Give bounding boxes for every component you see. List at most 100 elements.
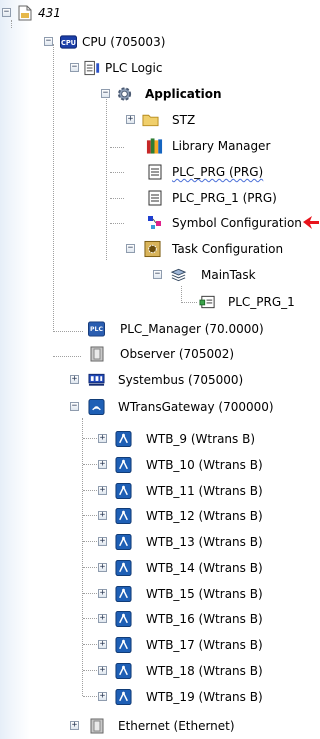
- tree-item-application[interactable]: − Application: [0, 85, 319, 103]
- collapse-toggle[interactable]: −: [44, 37, 53, 46]
- tree-item-label: Symbol Configuration: [172, 216, 302, 230]
- wireless-device-icon: [115, 430, 132, 447]
- tree-line: [83, 464, 97, 465]
- tree-item-label: 431: [38, 6, 61, 20]
- cpu-icon: CPU: [60, 33, 77, 50]
- expand-toggle[interactable]: +: [98, 589, 107, 598]
- tree-item-label: PLC_Manager (70.0000): [120, 322, 264, 336]
- collapse-toggle[interactable]: −: [70, 402, 79, 411]
- collapse-toggle[interactable]: −: [126, 244, 135, 253]
- tree-item-task-configuration[interactable]: − Task Configuration: [0, 240, 319, 258]
- library-books-icon: [146, 137, 163, 154]
- task-configuration-icon: [144, 240, 161, 257]
- tree-item-wtb[interactable]: + WTB_17 (Wtrans B): [0, 636, 319, 654]
- expand-toggle[interactable]: +: [98, 486, 107, 495]
- project-file-icon: [16, 4, 33, 21]
- collapse-toggle[interactable]: −: [101, 89, 110, 98]
- tree-item-label: WTB_17 (Wtrans B): [146, 638, 263, 652]
- tree-line: [83, 567, 97, 568]
- expand-toggle[interactable]: +: [98, 511, 107, 520]
- tree-item-library-manager[interactable]: Library Manager: [0, 137, 319, 155]
- program-file-icon: [146, 189, 163, 206]
- tree-item-main-task[interactable]: − MainTask: [0, 266, 319, 284]
- wireless-device-icon: [115, 456, 132, 473]
- tree-item-label: WTB_11 (Wtrans B): [146, 484, 263, 498]
- tree-item-label: PLC_PRG (PRG): [172, 165, 264, 179]
- device-module-icon: [88, 717, 105, 734]
- gateway-icon: [88, 398, 105, 415]
- expand-toggle[interactable]: +: [126, 115, 135, 124]
- device-module-icon: [88, 345, 105, 362]
- expand-toggle[interactable]: +: [98, 614, 107, 623]
- tree-item-label: WTransGateway (700000): [118, 400, 274, 414]
- tree-item-label: WTB_10 (Wtrans B): [146, 458, 263, 472]
- device-tree: − 431 − CPU CPU (705003) − PLC Logic − A…: [0, 0, 319, 739]
- svg-text:CPU: CPU: [61, 38, 76, 46]
- expand-toggle[interactable]: +: [98, 640, 107, 649]
- tree-item-label: Application: [145, 87, 222, 101]
- collapse-toggle[interactable]: −: [2, 8, 11, 17]
- tree-item-wtb[interactable]: + WTB_16 (Wtrans B): [0, 610, 319, 628]
- tree-item-wtb[interactable]: + WTB_13 (Wtrans B): [0, 533, 319, 551]
- tree-item-plc-prg-1[interactable]: PLC_PRG_1 (PRG): [0, 189, 319, 207]
- tree-item-wtb[interactable]: + WTB_11 (Wtrans B): [0, 482, 319, 500]
- wireless-device-icon: [115, 688, 132, 705]
- expand-toggle[interactable]: +: [98, 537, 107, 546]
- tree-item-wtransgateway[interactable]: − WTransGateway (700000): [0, 398, 319, 416]
- collapse-toggle[interactable]: −: [70, 63, 79, 72]
- tree-item-plc-logic[interactable]: − PLC Logic: [0, 59, 319, 77]
- tree-item-plc-prg[interactable]: PLC_PRG (PRG): [0, 163, 319, 181]
- tree-item-wtb[interactable]: + WTB_14 (Wtrans B): [0, 559, 319, 577]
- expand-toggle[interactable]: +: [98, 666, 107, 675]
- tree-item-label: WTB_15 (Wtrans B): [146, 587, 263, 601]
- tree-item-plc-manager[interactable]: PLC PLC_Manager (70.0000): [0, 320, 319, 338]
- wireless-device-icon: [115, 610, 132, 627]
- program-file-icon: [146, 163, 163, 180]
- tree-line: [83, 696, 97, 697]
- expand-toggle[interactable]: +: [98, 692, 107, 701]
- symbol-configuration-icon: [146, 214, 163, 231]
- tree-item-label: PLC_PRG_1 (PRG): [172, 191, 277, 205]
- tree-item-cpu[interactable]: − CPU CPU (705003): [0, 33, 319, 51]
- tree-item-wtb[interactable]: + WTB_9 (Wtrans B): [0, 430, 319, 448]
- program-call-icon: [199, 293, 216, 310]
- bus-icon: [88, 371, 105, 388]
- tree-item-ethernet[interactable]: + Ethernet (Ethernet): [0, 717, 319, 735]
- tree-item-program-call[interactable]: PLC_PRG_1: [0, 293, 319, 311]
- tree-item-systembus[interactable]: + Systembus (705000): [0, 371, 319, 389]
- tree-line: [83, 644, 97, 645]
- tree-item-label: WTB_14 (Wtrans B): [146, 561, 263, 575]
- tree-item-label: STZ: [172, 113, 196, 127]
- expand-toggle[interactable]: +: [98, 434, 107, 443]
- tree-line: [83, 515, 97, 516]
- tree-item-observer[interactable]: Observer (705002): [0, 345, 319, 363]
- tree-line: [83, 541, 97, 542]
- tree-item-label: CPU (705003): [82, 35, 166, 49]
- collapse-toggle[interactable]: −: [153, 270, 162, 279]
- tree-item-symbol-configuration[interactable]: Symbol Configuration: [0, 214, 319, 232]
- tree-item-wtb[interactable]: + WTB_19 (Wtrans B): [0, 688, 319, 706]
- plc-logic-icon: [84, 59, 101, 76]
- tree-line: [83, 618, 97, 619]
- wireless-device-icon: [115, 507, 132, 524]
- tree-item-label: MainTask: [201, 268, 256, 282]
- expand-toggle[interactable]: +: [98, 460, 107, 469]
- tree-item-root[interactable]: − 431: [0, 4, 319, 22]
- tree-item-label: PLC Logic: [105, 61, 163, 75]
- expand-toggle[interactable]: +: [70, 721, 79, 730]
- tree-item-wtb[interactable]: + WTB_15 (Wtrans B): [0, 585, 319, 603]
- tree-item-wtb[interactable]: + WTB_18 (Wtrans B): [0, 662, 319, 680]
- tree-item-stz[interactable]: + STZ: [0, 111, 319, 129]
- tree-item-wtb[interactable]: + WTB_12 (Wtrans B): [0, 507, 319, 525]
- tree-item-label: WTB_12 (Wtrans B): [146, 509, 263, 523]
- tree-line: [83, 438, 97, 439]
- tree-item-label: PLC_PRG_1: [228, 295, 295, 309]
- expand-toggle[interactable]: +: [98, 563, 107, 572]
- wireless-device-icon: [115, 585, 132, 602]
- tree-item-label: WTB_19 (Wtrans B): [146, 690, 263, 704]
- expand-toggle[interactable]: +: [70, 375, 79, 384]
- tree-line: [83, 490, 97, 491]
- wireless-device-icon: [115, 662, 132, 679]
- gear-icon: [116, 85, 133, 102]
- tree-item-wtb[interactable]: + WTB_10 (Wtrans B): [0, 456, 319, 474]
